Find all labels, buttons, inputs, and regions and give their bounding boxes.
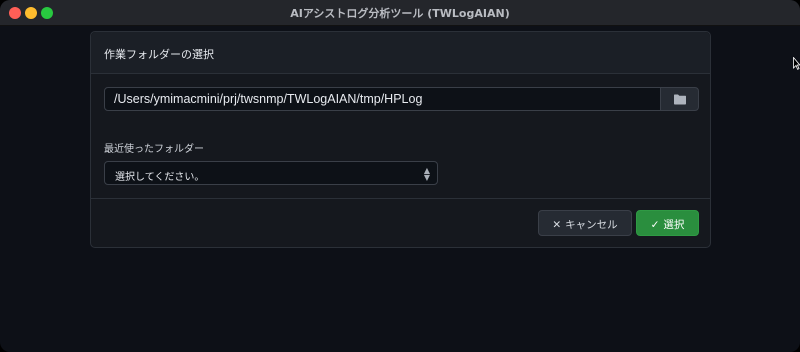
chevron-updown-icon: ▲ ▼ [423,166,430,182]
window-title: AIアシストログ分析ツール (TWLogAIAN) [290,7,510,20]
title-bar: AIアシストログ分析ツール (TWLogAIAN) [0,0,800,26]
browse-folder-button[interactable] [660,87,699,111]
cancel-button[interactable]: ✕ キャンセル [538,210,632,236]
select-button-label: 選択 [663,219,685,231]
app-window: AIアシストログ分析ツール (TWLogAIAN) 作業フォルダーの選択 最近使… [0,0,800,352]
recent-folders-selected: 選択してください。 [115,172,205,183]
folder-path-group [104,87,699,111]
dialog-title: 作業フォルダーの選択 [104,48,214,61]
cancel-button-label: キャンセル [565,219,618,231]
folder-icon [674,94,686,105]
recent-folders-select[interactable]: 選択してください。 ▲ ▼ [104,161,438,185]
close-icon: ✕ [552,219,562,231]
mouse-cursor-icon [793,57,800,70]
folder-select-dialog: 作業フォルダーの選択 最近使ったフォルダー 選択してください。 ▲▼ ✕キャンセ… [90,31,711,248]
select-button[interactable]: ✓ 選択 [636,210,699,236]
folder-path-input[interactable] [104,87,661,111]
dialog-header: 作業フォルダーの選択 [91,32,710,74]
check-icon: ✓ [650,219,660,231]
recent-folders-label: 最近使ったフォルダー [104,144,204,155]
footer-divider [91,198,710,199]
